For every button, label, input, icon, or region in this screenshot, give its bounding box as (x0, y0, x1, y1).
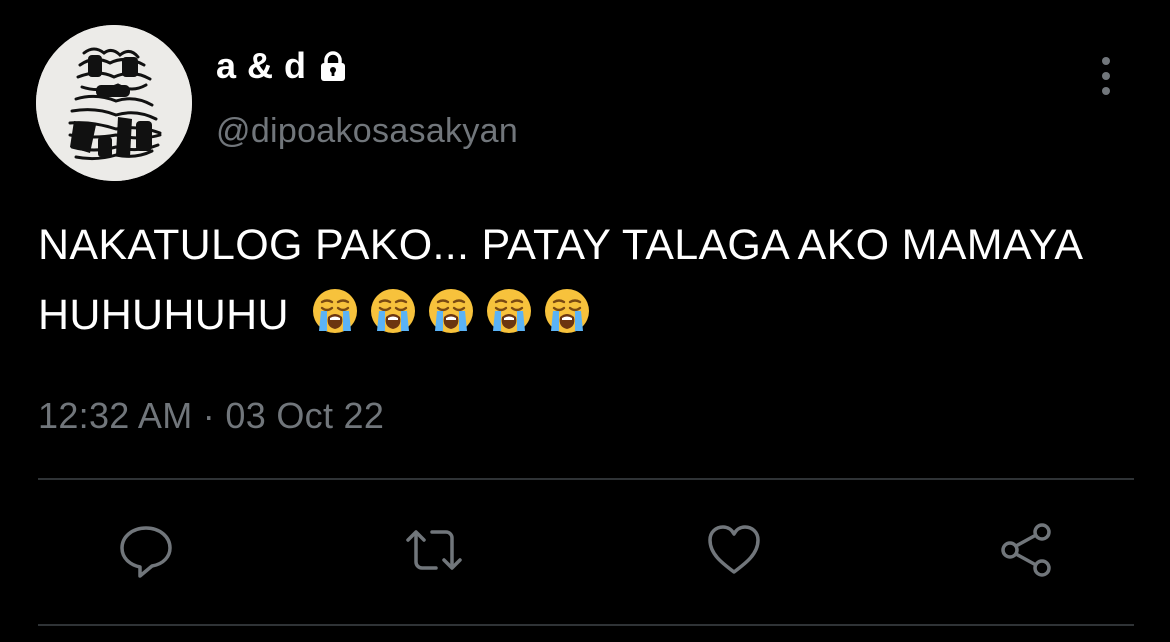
tweet-timestamp[interactable]: 12:32 AM · 03 Oct 22 (38, 395, 384, 437)
heart-icon (708, 525, 760, 574)
like-button[interactable] (702, 518, 766, 582)
emoji-row (301, 289, 591, 339)
share-button[interactable] (996, 518, 1060, 582)
display-name[interactable]: a & d (216, 45, 349, 87)
avatar-image (36, 25, 192, 181)
user-handle[interactable]: @dipoakosasakyan (216, 112, 518, 151)
tweet-text: NAKATULOG PAKO... PATAY TALAGA AKO MAMAY… (38, 210, 1138, 350)
loudly-crying-face-emoji (313, 289, 358, 333)
divider (38, 478, 1134, 480)
lock-icon (320, 51, 345, 81)
retweet-button[interactable] (402, 518, 466, 582)
reply-icon (120, 526, 172, 578)
loudly-crying-face-emoji (371, 289, 416, 333)
loudly-crying-face-emoji (487, 289, 532, 333)
retweet-icon (406, 530, 462, 570)
avatar[interactable] (36, 25, 192, 181)
loudly-crying-face-emoji (429, 289, 474, 333)
display-name-text: a & d (216, 45, 307, 86)
loudly-crying-face-emoji (545, 289, 590, 333)
share-icon (1001, 523, 1051, 577)
divider (38, 624, 1134, 626)
reply-button[interactable] (114, 518, 178, 582)
more-options-icon[interactable] (1092, 55, 1120, 97)
